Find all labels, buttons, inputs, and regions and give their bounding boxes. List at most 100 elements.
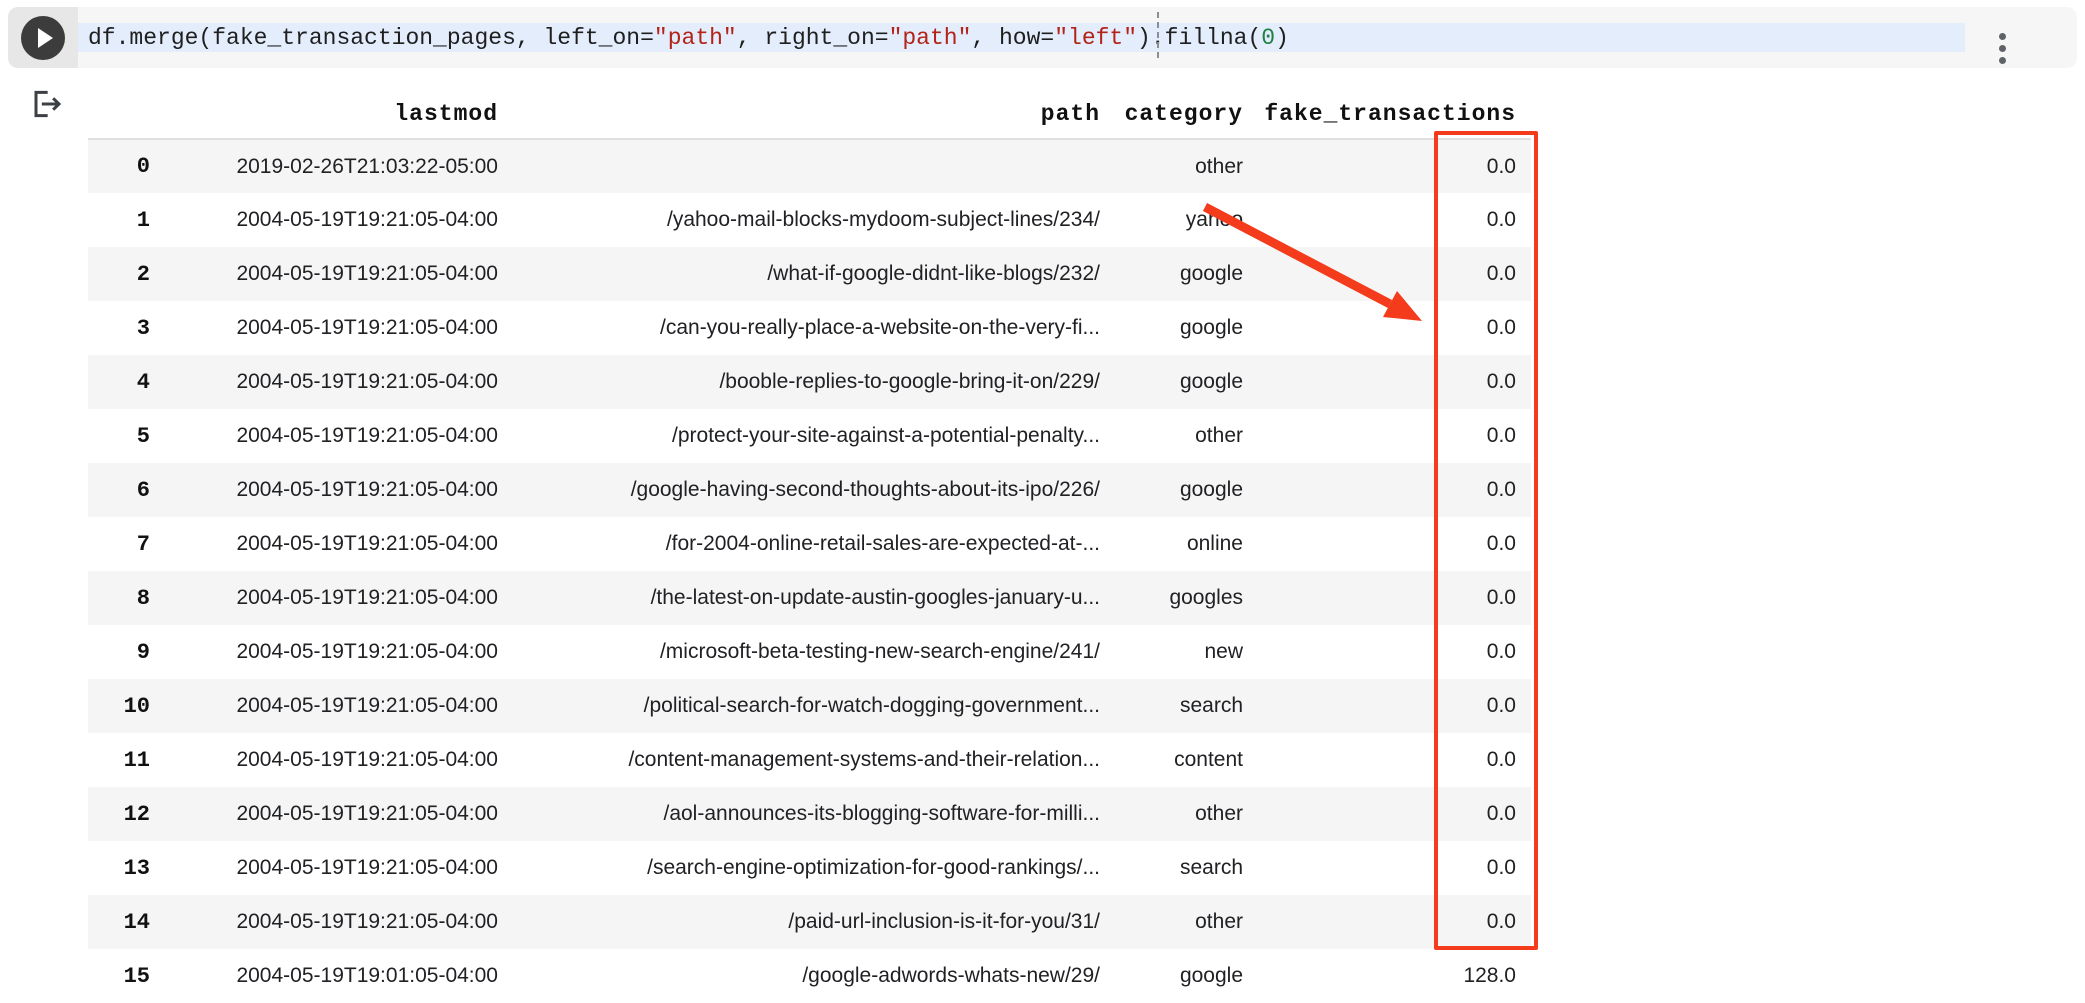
path-cell: /content-management-systems-and-their-re… <box>498 733 1100 787</box>
more-vert-icon <box>1999 57 2006 64</box>
path-cell: /yahoo-mail-blocks-mydoom-subject-lines/… <box>498 193 1100 247</box>
row-index-cell: 3 <box>88 301 150 355</box>
lastmod-cell: 2004-05-19T19:21:05-04:00 <box>150 787 498 841</box>
path-cell: /protect-your-site-against-a-potential-p… <box>498 409 1100 463</box>
fake_transactions-cell: 128.0 <box>1243 949 1531 1003</box>
column-header-lastmod: lastmod <box>150 90 498 139</box>
category-cell: google <box>1100 355 1243 409</box>
dataframe-table: lastmod path category fake_transactions … <box>88 90 1531 1003</box>
fake_transactions-cell: 0.0 <box>1243 139 1531 193</box>
table-row: 22004-05-19T19:21:05-04:00/what-if-googl… <box>88 247 1531 301</box>
category-cell: new <box>1100 625 1243 679</box>
column-header-path: path <box>498 90 1100 139</box>
lastmod-cell: 2004-05-19T19:21:05-04:00 <box>150 517 498 571</box>
path-cell: /search-engine-optimization-for-good-ran… <box>498 841 1100 895</box>
lastmod-cell: 2004-05-19T19:21:05-04:00 <box>150 625 498 679</box>
row-index-cell: 15 <box>88 949 150 1003</box>
text-caret <box>1157 12 1159 58</box>
lastmod-cell: 2019-02-26T21:03:22-05:00 <box>150 139 498 193</box>
row-index-cell: 2 <box>88 247 150 301</box>
table-row: 152004-05-19T19:01:05-04:00/google-adwor… <box>88 949 1531 1003</box>
code-line[interactable]: df.merge(fake_transaction_pages, left_on… <box>78 23 1965 52</box>
row-index-cell: 4 <box>88 355 150 409</box>
fake_transactions-cell: 0.0 <box>1243 463 1531 517</box>
table-row: 102004-05-19T19:21:05-04:00/political-se… <box>88 679 1531 733</box>
notebook-cell-toolbar: df.merge(fake_transaction_pages, left_on… <box>8 7 2077 68</box>
row-index-cell: 6 <box>88 463 150 517</box>
code-token: , how= <box>971 25 1054 51</box>
row-index-cell: 7 <box>88 517 150 571</box>
run-cell-button[interactable] <box>21 16 65 60</box>
table-row: 112004-05-19T19:21:05-04:00/content-mana… <box>88 733 1531 787</box>
category-cell: other <box>1100 139 1243 193</box>
fake_transactions-cell: 0.0 <box>1243 571 1531 625</box>
code-token: df.merge(fake_transaction_pages, left_on… <box>88 25 654 51</box>
path-cell: /microsoft-beta-testing-new-search-engin… <box>498 625 1100 679</box>
output-popout-icon[interactable] <box>26 84 66 124</box>
row-index-cell: 0 <box>88 139 150 193</box>
table-row: 12004-05-19T19:21:05-04:00/yahoo-mail-bl… <box>88 193 1531 247</box>
fake_transactions-cell: 0.0 <box>1243 517 1531 571</box>
row-index-cell: 14 <box>88 895 150 949</box>
row-index-cell: 12 <box>88 787 150 841</box>
cell-menu-button[interactable] <box>1984 28 2020 68</box>
table-row: 62004-05-19T19:21:05-04:00/google-having… <box>88 463 1531 517</box>
column-header-fake-transactions: fake_transactions <box>1243 90 1531 139</box>
fake_transactions-cell: 0.0 <box>1243 733 1531 787</box>
fake_transactions-cell: 0.0 <box>1243 193 1531 247</box>
category-cell: content <box>1100 733 1243 787</box>
row-index-cell: 13 <box>88 841 150 895</box>
row-index-cell: 1 <box>88 193 150 247</box>
path-cell: /what-if-google-didnt-like-blogs/232/ <box>498 247 1100 301</box>
fake_transactions-cell: 0.0 <box>1243 787 1531 841</box>
fake_transactions-cell: 0.0 <box>1243 625 1531 679</box>
fake_transactions-cell: 0.0 <box>1243 301 1531 355</box>
table-row: 92004-05-19T19:21:05-04:00/microsoft-bet… <box>88 625 1531 679</box>
path-cell: /google-adwords-whats-new/29/ <box>498 949 1100 1003</box>
fake_transactions-cell: 0.0 <box>1243 895 1531 949</box>
dataframe-body: 02019-02-26T21:03:22-05:00other0.012004-… <box>88 139 1531 1003</box>
code-token: ).fillna( <box>1137 25 1261 51</box>
category-cell: googles <box>1100 571 1243 625</box>
row-index-cell: 8 <box>88 571 150 625</box>
fake_transactions-cell: 0.0 <box>1243 679 1531 733</box>
code-token: , right_on= <box>737 25 889 51</box>
more-vert-icon <box>1999 33 2006 40</box>
lastmod-cell: 2004-05-19T19:21:05-04:00 <box>150 679 498 733</box>
category-cell: online <box>1100 517 1243 571</box>
lastmod-cell: 2004-05-19T19:21:05-04:00 <box>150 733 498 787</box>
lastmod-cell: 2004-05-19T19:21:05-04:00 <box>150 571 498 625</box>
category-cell: other <box>1100 409 1243 463</box>
lastmod-cell: 2004-05-19T19:01:05-04:00 <box>150 949 498 1003</box>
path-cell <box>498 139 1100 193</box>
code-token: 0 <box>1261 25 1275 51</box>
category-cell: google <box>1100 247 1243 301</box>
lastmod-cell: 2004-05-19T19:21:05-04:00 <box>150 193 498 247</box>
table-row: 52004-05-19T19:21:05-04:00/protect-your-… <box>88 409 1531 463</box>
table-row: 72004-05-19T19:21:05-04:00/for-2004-onli… <box>88 517 1531 571</box>
code-token: ) <box>1275 25 1289 51</box>
lastmod-cell: 2004-05-19T19:21:05-04:00 <box>150 895 498 949</box>
path-cell: /can-you-really-place-a-website-on-the-v… <box>498 301 1100 355</box>
row-index-cell: 5 <box>88 409 150 463</box>
column-header-index <box>88 90 150 139</box>
category-cell: yahoo <box>1100 193 1243 247</box>
code-token: "path" <box>889 25 972 51</box>
lastmod-cell: 2004-05-19T19:21:05-04:00 <box>150 247 498 301</box>
path-cell: /booble-replies-to-google-bring-it-on/22… <box>498 355 1100 409</box>
table-row: 142004-05-19T19:21:05-04:00/paid-url-inc… <box>88 895 1531 949</box>
table-row: 42004-05-19T19:21:05-04:00/booble-replie… <box>88 355 1531 409</box>
table-row: 02019-02-26T21:03:22-05:00 other0.0 <box>88 139 1531 193</box>
category-cell: google <box>1100 463 1243 517</box>
path-cell: /the-latest-on-update-austin-googles-jan… <box>498 571 1100 625</box>
path-cell: /aol-announces-its-blogging-software-for… <box>498 787 1100 841</box>
fake_transactions-cell: 0.0 <box>1243 247 1531 301</box>
fake_transactions-cell: 0.0 <box>1243 409 1531 463</box>
lastmod-cell: 2004-05-19T19:21:05-04:00 <box>150 409 498 463</box>
category-cell: other <box>1100 787 1243 841</box>
path-cell: /for-2004-online-retail-sales-are-expect… <box>498 517 1100 571</box>
path-cell: /political-search-for-watch-dogging-gove… <box>498 679 1100 733</box>
category-cell: search <box>1100 841 1243 895</box>
row-index-cell: 11 <box>88 733 150 787</box>
table-row: 82004-05-19T19:21:05-04:00/the-latest-on… <box>88 571 1531 625</box>
